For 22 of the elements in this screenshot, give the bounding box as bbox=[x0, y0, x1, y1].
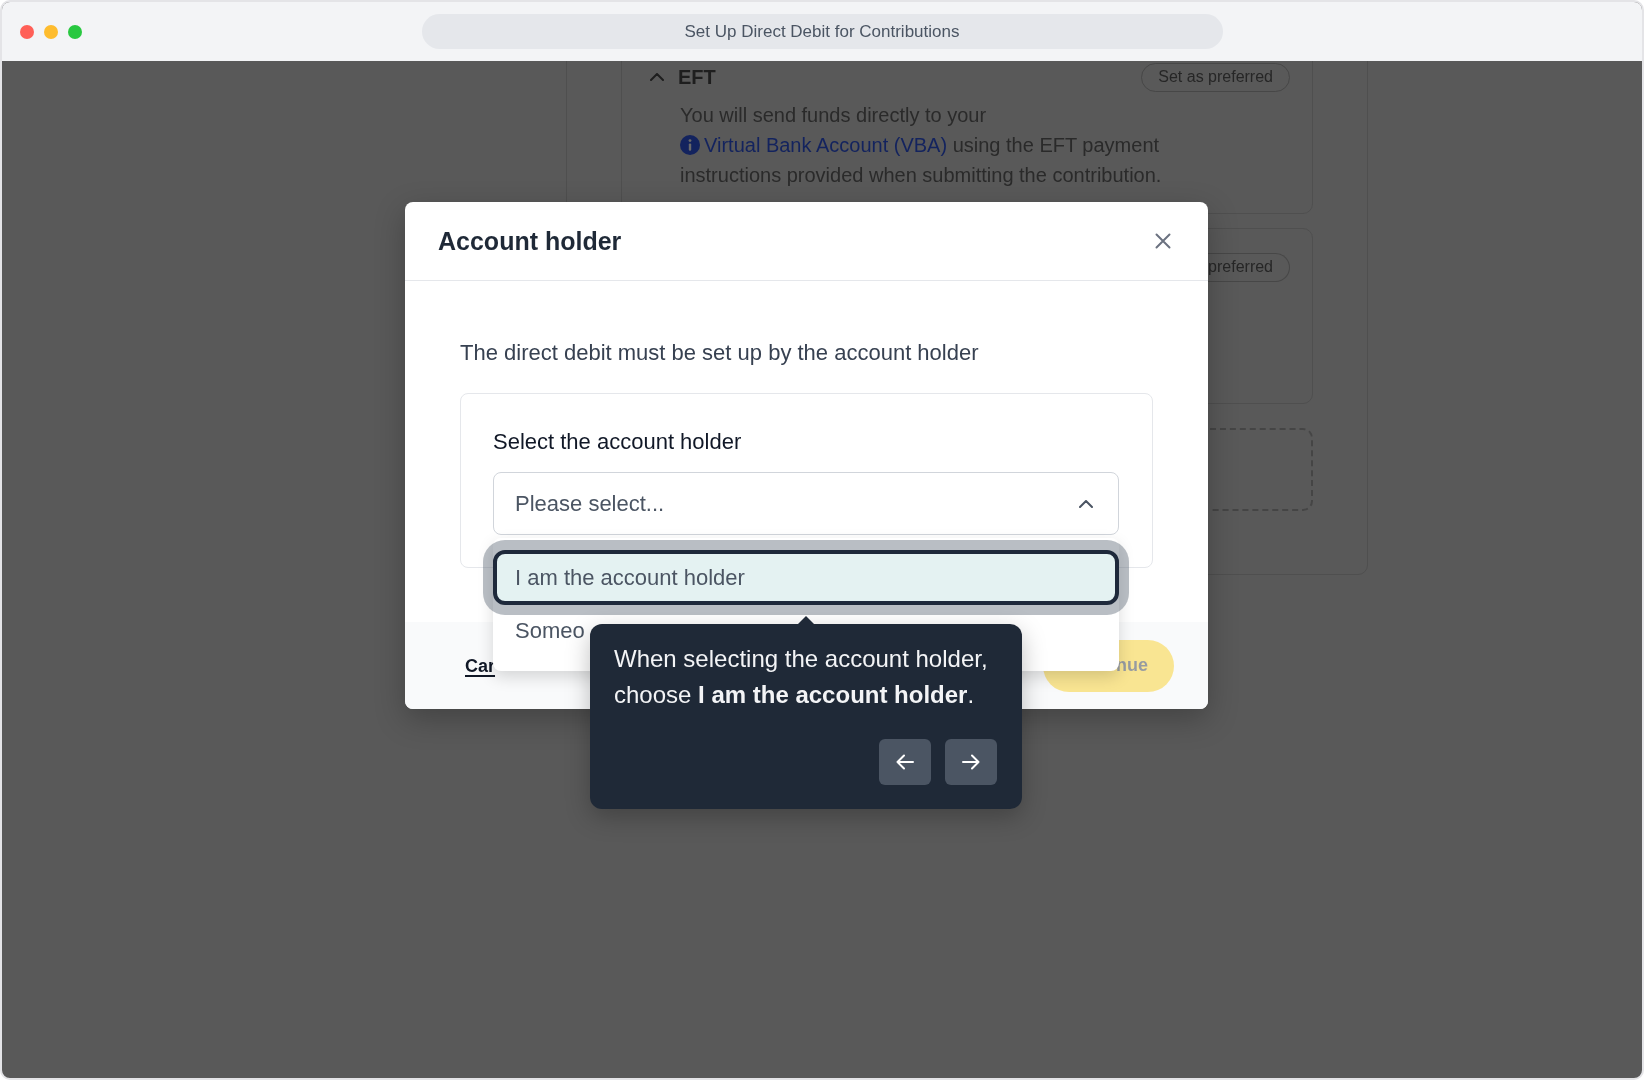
dropdown-option[interactable]: Someo bbox=[493, 605, 589, 657]
window-title: Set Up Direct Debit for Contributions bbox=[421, 14, 1223, 49]
minimize-dot-icon[interactable] bbox=[44, 24, 58, 39]
tooltip-text: When selecting the account holder, choose I am the account holder. bbox=[614, 644, 989, 710]
info-icon bbox=[680, 135, 700, 155]
dialog-intro: The direct debit must be set up by the account holder bbox=[460, 339, 980, 367]
cancel-link[interactable]: Car bbox=[465, 654, 495, 677]
arrow-left-icon bbox=[896, 754, 914, 770]
close-icon bbox=[1155, 233, 1171, 249]
chevron-up-icon bbox=[1079, 499, 1093, 508]
next-button[interactable] bbox=[945, 739, 997, 785]
dropdown-option[interactable]: I am the account holder bbox=[493, 550, 1119, 605]
back-button[interactable] bbox=[879, 739, 931, 785]
arrow-right-icon bbox=[962, 754, 980, 770]
dialog-title: Account holder bbox=[438, 226, 622, 256]
close-dot-icon[interactable] bbox=[20, 24, 34, 39]
zoom-dot-icon[interactable] bbox=[68, 24, 82, 39]
field-label: Select the account holder bbox=[493, 428, 743, 456]
account-holder-select[interactable]: Please select... bbox=[493, 472, 1119, 535]
close-button[interactable] bbox=[1155, 233, 1171, 249]
method-title: EFT bbox=[678, 65, 716, 89]
chevron-up-icon[interactable] bbox=[650, 73, 664, 81]
